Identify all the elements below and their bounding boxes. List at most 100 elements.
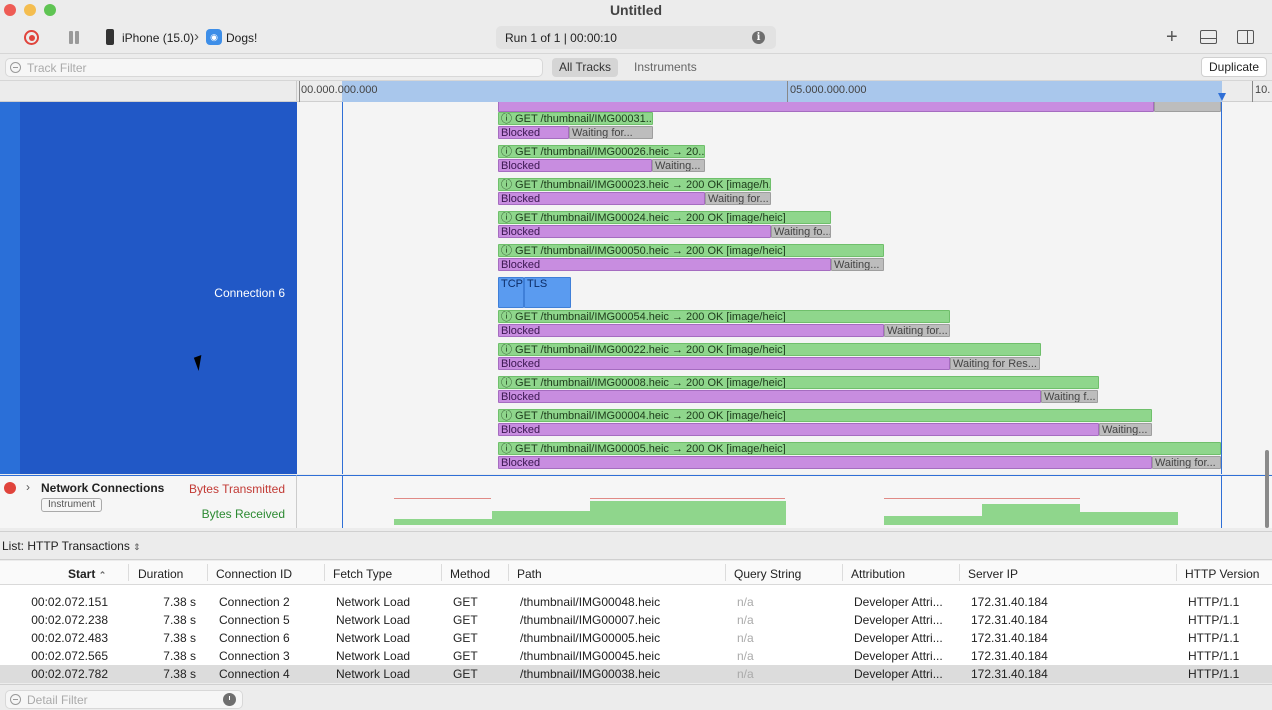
all-tracks-tab[interactable]: All Tracks — [552, 58, 619, 77]
blocked-bar[interactable]: Blocked — [498, 159, 652, 172]
column-divider[interactable] — [1176, 564, 1177, 581]
column-divider[interactable] — [324, 564, 325, 581]
waiting-bar[interactable]: Waiting... — [1099, 423, 1152, 436]
inspector-toggle-icon[interactable] — [1237, 30, 1254, 44]
cell-fetch-type: Network Load — [336, 595, 411, 609]
bottom-panel-toggle-icon[interactable] — [1200, 30, 1217, 44]
connection-track-header[interactable]: Connection 6 — [0, 102, 297, 474]
column-divider[interactable] — [842, 564, 843, 581]
playhead-marker-icon[interactable] — [1218, 93, 1226, 101]
info-icon[interactable]: i — [752, 31, 765, 44]
request-bar[interactable]: ⓘ GET /thumbnail/IMG00008.heic → 200 OK … — [498, 376, 1099, 389]
column-header-path[interactable]: Path — [517, 567, 542, 581]
table-row[interactable]: 00:02.072.782 7.38 s Connection 4 Network L… — [0, 665, 1272, 683]
cell-fetch-type: Network Load — [336, 631, 411, 645]
column-header-method[interactable]: Method — [450, 567, 490, 581]
request-bar[interactable]: ⓘ GET /thumbnail/IMG00026.heic → 20... — [498, 145, 705, 158]
bytes-received-label: Bytes Received — [201, 507, 285, 521]
column-divider[interactable] — [725, 564, 726, 581]
column-header-duration[interactable]: Duration — [138, 567, 183, 581]
chevron-right-icon[interactable]: › — [26, 480, 30, 494]
cell-http-version: HTTP/1.1 — [1188, 595, 1240, 609]
column-header-start[interactable]: Start ⌃ — [68, 567, 106, 581]
column-header-connection-id[interactable]: Connection ID — [216, 567, 292, 581]
request-bar[interactable]: ⓘ GET /thumbnail/IMG00050.heic → 200 OK … — [498, 244, 884, 257]
request-bar[interactable]: ⓘ GET /thumbnail/IMG00005.heic → 200 OK … — [498, 442, 1221, 455]
timeline-scrollbar[interactable] — [1265, 450, 1269, 528]
network-connections-track[interactable]: › Network Connections Instrument Bytes T… — [0, 475, 297, 528]
request-bar[interactable]: ⓘ GET /thumbnail/IMG00024.heic → 200 OK … — [498, 211, 831, 224]
column-divider[interactable] — [207, 564, 208, 581]
ruler-selection[interactable] — [342, 81, 1222, 102]
cell-attribution: Developer Attri... — [854, 667, 943, 681]
request-bar[interactable]: ⓘ GET /thumbnail/IMG00031.... — [498, 112, 653, 125]
pause-button[interactable] — [68, 31, 80, 44]
target-app-selector[interactable]: Dogs! — [226, 31, 257, 45]
waiting-bar[interactable]: Waiting for... — [569, 126, 653, 139]
blocked-bar[interactable]: Blocked — [498, 192, 705, 205]
blocked-bar[interactable]: Blocked — [498, 126, 569, 139]
ruler-tick — [787, 81, 788, 102]
cell-http-version: HTTP/1.1 — [1188, 649, 1240, 663]
waiting-bar[interactable]: Waiting... — [831, 258, 884, 271]
column-header-query-string[interactable]: Query String — [734, 567, 801, 581]
request-bar[interactable]: ⓘ GET /thumbnail/IMG00023.heic → 200 OK … — [498, 178, 771, 191]
waiting-bar[interactable]: Waiting for... — [705, 192, 771, 205]
waiting-bar[interactable]: Waiting for... — [884, 324, 950, 337]
timeline-area[interactable]: ⓘ GET /thumbnail/IMG00031.... Blocked Wait… — [297, 102, 1272, 474]
request-bar[interactable]: ⓘ GET /thumbnail/IMG00022.heic → 200 OK … — [498, 343, 1041, 356]
track-filter-input[interactable]: Track Filter — [5, 58, 543, 77]
cell-http-version: HTTP/1.1 — [1188, 631, 1240, 645]
tls-bar[interactable]: TLS — [524, 277, 571, 308]
blocked-bar[interactable]: Blocked — [498, 324, 884, 337]
waiting-bar[interactable] — [1154, 102, 1221, 112]
chevron-right-icon: › — [194, 28, 199, 45]
column-divider[interactable] — [128, 564, 129, 581]
detail-filter-placeholder: Detail Filter — [27, 693, 88, 707]
column-divider[interactable] — [508, 564, 509, 581]
blocked-bar[interactable]: Blocked — [498, 258, 831, 271]
add-instrument-icon[interactable]: + — [1166, 27, 1178, 47]
device-selector[interactable]: iPhone (15.0) — [122, 31, 194, 45]
tcp-bar[interactable]: TCP — [498, 277, 524, 308]
table-row[interactable]: 00:02.072.238 7.38 s Connection 5 Network L… — [0, 611, 1272, 629]
tx-graph-line — [884, 498, 1080, 499]
cell-http-version: HTTP/1.1 — [1188, 667, 1240, 681]
waiting-bar[interactable]: Waiting... — [652, 159, 705, 172]
column-header-http-version[interactable]: HTTP Version — [1185, 567, 1259, 581]
blocked-bar[interactable]: Blocked — [498, 390, 1041, 403]
cell-start: 00:02.072.483 — [31, 631, 108, 645]
blocked-bar[interactable]: Blocked — [498, 456, 1152, 469]
column-divider[interactable] — [959, 564, 960, 581]
waiting-bar[interactable]: Waiting for... — [1152, 456, 1221, 469]
waiting-bar[interactable]: Waiting f... — [1041, 390, 1098, 403]
blocked-bar[interactable]: Blocked — [498, 423, 1099, 436]
instruments-tab[interactable]: Instruments — [634, 60, 697, 74]
request-bar[interactable]: ⓘ GET /thumbnail/IMG00054.heic → 200 OK … — [498, 310, 950, 323]
column-header-server-ip[interactable]: Server IP — [968, 567, 1018, 581]
blocked-bar[interactable]: Blocked — [498, 225, 771, 238]
tx-graph-line — [590, 498, 785, 499]
tx-graph-line — [394, 498, 491, 499]
column-header-fetch-type[interactable]: Fetch Type — [333, 567, 392, 581]
record-button[interactable] — [24, 30, 39, 45]
blocked-bar[interactable]: Blocked — [498, 357, 950, 370]
detail-filter-input[interactable]: Detail Filter — [5, 690, 243, 709]
column-divider[interactable] — [441, 564, 442, 581]
waiting-bar[interactable]: Waiting for Res... — [950, 357, 1040, 370]
column-header-attribution[interactable]: Attribution — [851, 567, 905, 581]
table-row[interactable]: 00:02.072.483 7.38 s Connection 6 Network L… — [0, 629, 1272, 647]
blocked-bar[interactable] — [498, 102, 1154, 112]
waiting-bar[interactable]: Waiting fo... — [771, 225, 831, 238]
selection-end-line — [1221, 102, 1222, 474]
table-row[interactable]: 00:02.072.565 7.38 s Connection 3 Network L… — [0, 647, 1272, 665]
request-bar[interactable]: ⓘ GET /thumbnail/IMG00004.heic → 200 OK … — [498, 409, 1152, 422]
time-ruler[interactable]: 00.000.000.000 05.000.000.000 10. — [297, 81, 1272, 102]
http-transactions-table[interactable]: 00:02.072.151 7.38 s Connection 2 Network L… — [0, 585, 1272, 683]
network-activity-graph[interactable] — [297, 475, 1272, 528]
table-row[interactable]: 00:02.072.151 7.38 s Connection 2 Network L… — [0, 593, 1272, 611]
filter-bar: Track Filter All Tracks Instruments Dupl… — [0, 55, 1272, 81]
detail-view-selector[interactable]: List: HTTP Transactions ⇕ — [2, 539, 145, 553]
clock-icon[interactable] — [223, 693, 236, 706]
duplicate-button[interactable]: Duplicate — [1201, 57, 1267, 77]
